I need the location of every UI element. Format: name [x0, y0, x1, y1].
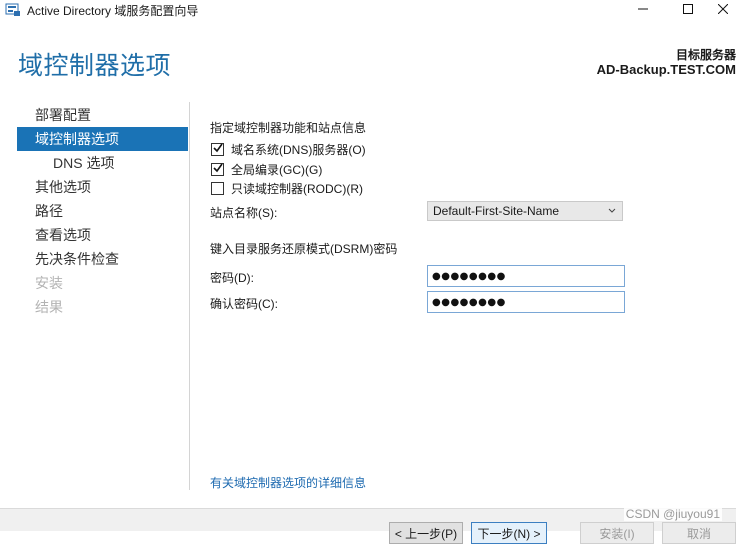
confirm-password-input[interactable]: ●●●●●●●●: [427, 291, 625, 313]
check-icon: [212, 162, 223, 176]
dns-server-checkbox[interactable]: 域名系统(DNS)服务器(O): [211, 141, 366, 157]
capabilities-heading: 指定域控制器功能和站点信息: [210, 121, 367, 135]
password-input[interactable]: ●●●●●●●●: [427, 265, 625, 287]
nav-item-prereq-check[interactable]: 先决条件检查: [17, 247, 188, 271]
rodc-checkbox-label: 只读域控制器(RODC)(R): [231, 181, 363, 196]
global-catalog-checkbox[interactable]: 全局编录(GC)(G): [211, 161, 322, 177]
window-title: Active Directory 域服务配置向导: [27, 4, 199, 18]
title-bar: Active Directory 域服务配置向导: [0, 0, 736, 20]
minimize-button[interactable]: [620, 0, 666, 20]
check-icon: [212, 142, 223, 156]
target-server-name: AD-Backup.TEST.COM: [596, 62, 736, 77]
close-icon: [717, 3, 729, 17]
confirm-password-value: ●●●●●●●●: [432, 296, 506, 308]
page-title: 域控制器选项: [18, 52, 172, 80]
confirm-password-label: 确认密码(C):: [210, 297, 278, 311]
nav-item-results: 结果: [35, 299, 63, 315]
watermark: CSDN @jiuyou91: [623, 507, 722, 521]
nav-item-installation: 安装: [35, 275, 63, 291]
dsrm-heading: 键入目录服务还原模式(DSRM)密码: [210, 242, 398, 256]
cancel-button[interactable]: 取消: [662, 522, 736, 544]
wizard-nav: 部署配置 域控制器选项 DNS 选项 其他选项 路径 查看选项 先决条件检查 安…: [17, 103, 188, 319]
password-value: ●●●●●●●●: [432, 270, 506, 282]
chevron-down-icon: [606, 204, 618, 218]
nav-item-paths[interactable]: 路径: [17, 199, 188, 223]
dns-checkbox-box[interactable]: [211, 142, 224, 156]
nav-item-deployment-config[interactable]: 部署配置: [17, 103, 188, 127]
dns-checkbox-label: 域名系统(DNS)服务器(O): [231, 142, 366, 157]
maximize-button[interactable]: [665, 0, 711, 20]
nav-item-dc-options[interactable]: 域控制器选项: [17, 127, 188, 151]
target-server-label: 目标服务器: [675, 48, 736, 62]
site-name-value: Default-First-Site-Name: [433, 204, 560, 218]
minimize-icon: [638, 3, 648, 17]
password-label: 密码(D):: [210, 271, 254, 285]
maximize-icon: [683, 3, 693, 17]
rodc-checkbox-box[interactable]: [211, 181, 224, 195]
server-wizard-icon: [5, 2, 21, 17]
next-button[interactable]: 下一步(N) >: [471, 522, 547, 544]
site-name-label: 站点名称(S):: [210, 206, 278, 220]
gc-checkbox-label: 全局编录(GC)(G): [231, 162, 323, 177]
site-name-select[interactable]: Default-First-Site-Name: [427, 201, 623, 221]
rodc-checkbox[interactable]: 只读域控制器(RODC)(R): [211, 180, 363, 196]
gc-checkbox-box[interactable]: [211, 162, 224, 176]
close-button[interactable]: [710, 0, 736, 20]
nav-item-review-options[interactable]: 查看选项: [17, 223, 188, 247]
previous-button[interactable]: < 上一步(P): [389, 522, 463, 544]
nav-item-additional-options[interactable]: 其他选项: [17, 175, 188, 199]
install-button[interactable]: 安装(I): [580, 522, 654, 544]
more-info-link[interactable]: 有关域控制器选项的详细信息: [210, 474, 366, 491]
nav-item-dns-options[interactable]: DNS 选项: [17, 151, 188, 175]
nav-divider: [189, 102, 190, 490]
